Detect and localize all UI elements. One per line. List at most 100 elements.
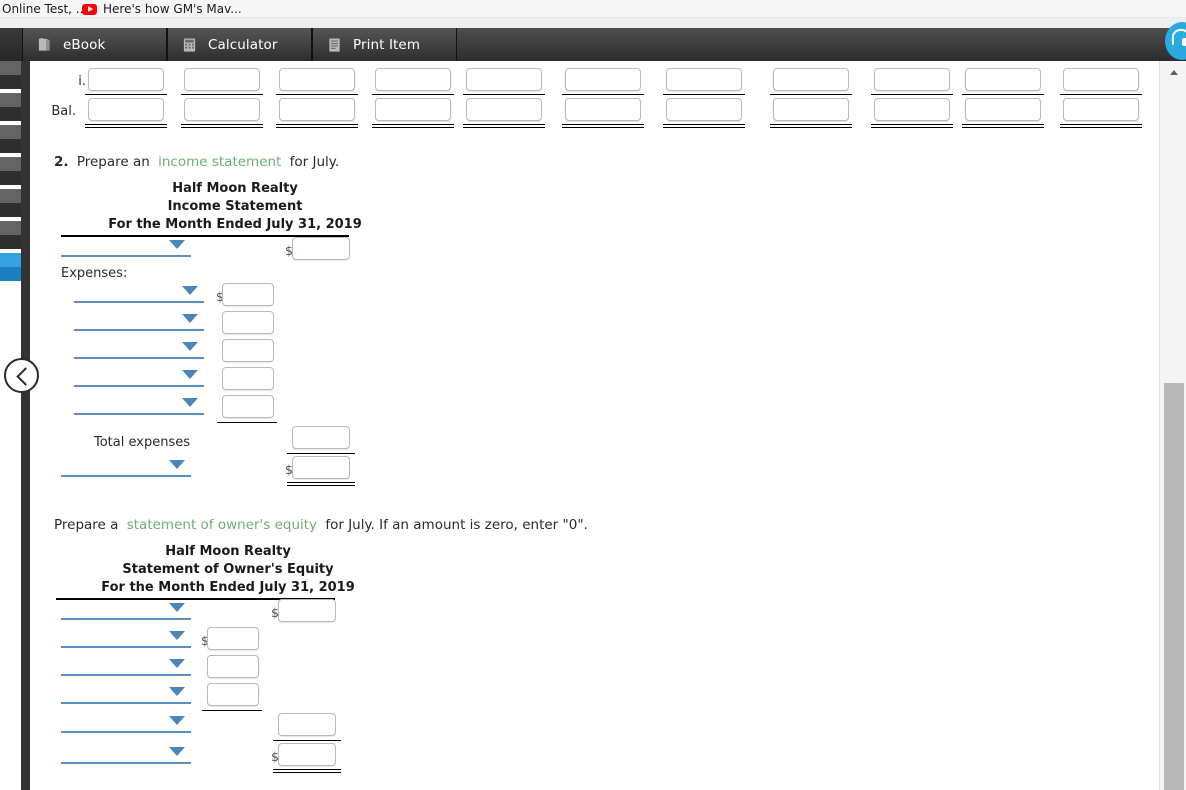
ledger-cell-input[interactable] (375, 68, 451, 91)
select-underline (74, 357, 204, 359)
rail-progress-stripes (0, 61, 21, 281)
owners-equity-select-1[interactable] (61, 600, 191, 620)
owners-equity-input-5[interactable] (278, 713, 336, 736)
ledger-cell-input[interactable] (279, 68, 355, 91)
toolbar-left-cap (0, 28, 22, 61)
ledger-cell-input[interactable] (1063, 68, 1139, 91)
owners-equity-select-2[interactable] (61, 628, 191, 648)
ledger-cell-input[interactable] (666, 68, 742, 91)
rail-stripe[interactable] (0, 139, 21, 153)
owners-equity-select-5[interactable] (61, 713, 191, 733)
ledger-cell-rule (562, 94, 644, 95)
rail-stripe[interactable] (0, 203, 21, 217)
chevron-down-icon (182, 286, 198, 295)
expense-input-4[interactable] (222, 367, 274, 390)
ledger-cell-input[interactable] (184, 68, 260, 91)
rail-stripe[interactable] (0, 189, 21, 203)
ledger-cell-input[interactable] (466, 98, 542, 121)
select-underline (74, 413, 204, 415)
ledger-cell-input[interactable] (874, 98, 950, 121)
rail-stripe[interactable] (0, 235, 21, 249)
owners-equity-link[interactable]: statement of owner's equity (127, 517, 317, 533)
ledger-cell-rule-double (962, 124, 1044, 128)
expense-select-4[interactable] (74, 367, 204, 387)
select-underline (61, 475, 191, 477)
owners-equity-period: For the Month Ended July 31, 2019 (101, 580, 355, 595)
ledger-cell-input[interactable] (874, 68, 950, 91)
owners-equity-input-3[interactable] (207, 655, 259, 678)
income-revenue-input[interactable] (292, 237, 350, 260)
ledger-cell-rule (372, 94, 454, 95)
chevron-down-icon (182, 314, 198, 323)
expense-select-3[interactable] (74, 339, 204, 359)
caret-up-icon[interactable] (1160, 61, 1186, 83)
bookmark-gm-maverick[interactable]: Here's how GM's Mav... (82, 0, 242, 18)
rail-stripe[interactable] (0, 61, 21, 75)
expense-select-5[interactable] (74, 395, 204, 415)
rail-stripe[interactable] (0, 107, 21, 121)
expense-select-1[interactable] (74, 283, 204, 303)
expense-input-5[interactable] (222, 395, 274, 418)
youtube-icon (82, 3, 97, 15)
ledger-cell-input[interactable] (773, 98, 849, 121)
owners-equity-input-6[interactable] (278, 743, 336, 766)
owners-equity-select-4[interactable] (61, 684, 191, 704)
rail-stripe[interactable] (0, 75, 21, 89)
income-statement-period: For the Month Ended July 31, 2019 (108, 217, 362, 232)
owners-equity-input-2[interactable] (207, 627, 259, 650)
scrollbar-thumb[interactable] (1164, 383, 1184, 790)
net-income-input[interactable] (292, 456, 350, 479)
owners-equity-input-4[interactable] (207, 683, 259, 706)
tab-calculator[interactable]: Calculator (167, 28, 312, 61)
chevron-down-icon (169, 687, 185, 696)
income-revenue-select[interactable] (61, 237, 191, 257)
ledger-cell-input[interactable] (1063, 98, 1139, 121)
chevron-left-icon[interactable] (4, 358, 39, 393)
ledger-cell-input[interactable] (565, 68, 641, 91)
tab-print-item[interactable]: Print Item (312, 28, 457, 61)
content-scrollbar[interactable] (1159, 61, 1186, 790)
ledger-cell-input[interactable] (666, 98, 742, 121)
rail-stripe[interactable] (0, 157, 21, 171)
ledger-cell-input[interactable] (184, 98, 260, 121)
total-expenses-input[interactable] (292, 426, 350, 449)
chevron-down-icon (169, 240, 185, 249)
select-underline (61, 255, 191, 257)
row-label: i. (78, 74, 86, 89)
ledger-cell-input[interactable] (375, 98, 451, 121)
select-underline (61, 618, 191, 620)
ledger-cell-input[interactable] (565, 98, 641, 121)
left-rail (0, 61, 30, 790)
ledger-cell-rule-double (562, 124, 644, 128)
chevron-down-icon (169, 603, 185, 612)
net-income-select[interactable] (61, 457, 191, 477)
ledger-cell-rule-double (463, 124, 545, 128)
owners-equity-select-6[interactable] (61, 744, 191, 764)
ledger-cell-input[interactable] (466, 68, 542, 91)
expense-input-1[interactable] (222, 283, 274, 306)
bookmark-online-test[interactable]: Online Test, ... (2, 0, 87, 18)
rail-stripe[interactable] (0, 221, 21, 235)
income-statement-link[interactable]: income statement (158, 154, 281, 170)
ledger-cell-input[interactable] (88, 68, 164, 91)
ledger-cell-input[interactable] (773, 68, 849, 91)
rail-stripe-current[interactable] (0, 267, 21, 281)
ledger-cell-input[interactable] (279, 98, 355, 121)
owners-equity-select-3[interactable] (61, 656, 191, 676)
owners-equity-heading: Statement of Owner's Equity (122, 562, 334, 577)
rail-stripe-current[interactable] (0, 253, 21, 267)
rail-stripe[interactable] (0, 125, 21, 139)
expense-select-2[interactable] (74, 311, 204, 331)
expense-input-3[interactable] (222, 339, 274, 362)
owners-equity-input-1[interactable] (278, 599, 336, 622)
row-label: Bal. (51, 104, 76, 119)
tab-ebook[interactable]: eBook (22, 28, 167, 61)
ledger-cell-input[interactable] (965, 68, 1041, 91)
ledger-cell-input[interactable] (965, 98, 1041, 121)
expense-input-2[interactable] (222, 311, 274, 334)
question-2-prompt: 2. Prepare an income statement for July. (54, 154, 343, 170)
owners-equity-company: Half Moon Realty (165, 544, 291, 559)
rail-stripe[interactable] (0, 171, 21, 185)
ledger-cell-input[interactable] (88, 98, 164, 121)
rail-stripe[interactable] (0, 93, 21, 107)
